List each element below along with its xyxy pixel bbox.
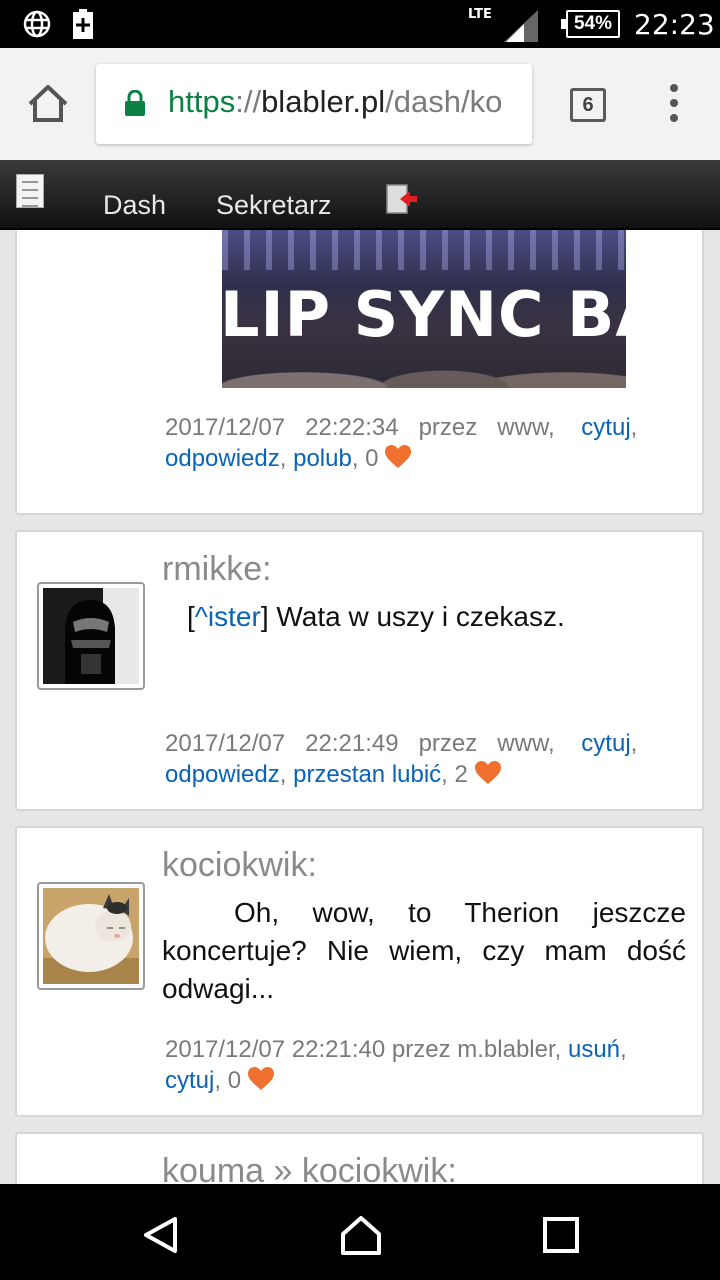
- signal-icon: [504, 10, 538, 42]
- like-count: 0: [365, 445, 379, 472]
- address-bar[interactable]: https://blabler.pl/dash/ko: [96, 64, 532, 144]
- post-by: przez: [418, 414, 478, 441]
- home-icon[interactable]: [26, 82, 70, 126]
- heart-icon: [474, 761, 501, 784]
- post-date: 2017/12/07: [165, 730, 286, 757]
- nav-sekretarz[interactable]: Sekretarz: [216, 190, 332, 221]
- reply-link[interactable]: odpowiedz: [165, 761, 280, 788]
- post-card: kouma » kociokwik:: [15, 1132, 704, 1184]
- url-fade: [502, 64, 532, 144]
- quote-link[interactable]: cytuj: [581, 414, 630, 441]
- url-path: /dash/ko: [385, 84, 503, 119]
- post-card: rmikke: [^ister] Wata w uszy i czekasz. …: [15, 530, 704, 811]
- post-by: przez: [418, 730, 478, 757]
- status-bar: LTE 54% 22:23: [0, 0, 720, 48]
- avatar[interactable]: [37, 882, 145, 990]
- post-meta: 2017/12/07 22:22:34 przez www, cytuj, od…: [165, 414, 638, 472]
- url-text: https://blabler.pl/dash/ko: [168, 84, 502, 120]
- document-icon[interactable]: [16, 174, 44, 208]
- like-link[interactable]: polub: [293, 445, 352, 472]
- post-body: Wata w uszy i czekasz.: [268, 601, 565, 632]
- avatar-image: [43, 888, 139, 984]
- home-circle-icon[interactable]: [340, 1214, 382, 1256]
- logout-icon[interactable]: [386, 184, 418, 214]
- post-time: 22:21:40: [291, 1036, 386, 1063]
- post-date: 2017/12/07: [165, 1036, 286, 1063]
- reply-link[interactable]: odpowiedz: [165, 445, 280, 472]
- like-count: 0: [227, 1067, 242, 1094]
- lock-icon: [125, 90, 145, 116]
- post-author[interactable]: rmikke:: [162, 550, 272, 589]
- post-card: LIP SYNC BAT 2017/12/07 22:22:34 przez w…: [15, 230, 704, 515]
- recents-icon[interactable]: [543, 1217, 579, 1253]
- site-navbar: Dash Sekretarz: [0, 160, 720, 230]
- battery-icon: 54%: [561, 10, 620, 38]
- delete-link[interactable]: usuń: [568, 1036, 620, 1063]
- post-source: www,: [497, 730, 555, 757]
- nav-dash[interactable]: Dash: [103, 190, 166, 221]
- system-nav-bar: [0, 1184, 720, 1280]
- post-source: m.blabler,: [457, 1036, 562, 1063]
- post-author[interactable]: kouma » kociokwik:: [162, 1152, 457, 1184]
- mention-link[interactable]: ^ister: [195, 601, 261, 632]
- post-time: 22:21:49: [305, 730, 399, 757]
- avatar-image: [43, 588, 139, 684]
- post-source: www,: [497, 414, 555, 441]
- clock: 22:23: [634, 8, 715, 41]
- post-meta: 2017/12/07 22:21:40 przez m.blabler, usu…: [165, 1036, 627, 1094]
- network-type: LTE: [468, 7, 492, 22]
- post-image[interactable]: LIP SYNC BAT: [222, 230, 626, 388]
- post-text: [^ister] Wata w uszy i czekasz.: [187, 601, 565, 632]
- post-author[interactable]: kociokwik:: [162, 846, 317, 885]
- post-time: 22:22:34: [305, 414, 399, 441]
- unlike-link[interactable]: przestan lubić: [293, 761, 441, 788]
- avatar[interactable]: [37, 582, 145, 690]
- overflow-menu-icon[interactable]: [664, 84, 684, 128]
- quote-link[interactable]: cytuj: [581, 730, 630, 757]
- battery-saver-plus-icon: [73, 9, 93, 39]
- feed: LIP SYNC BAT 2017/12/07 22:22:34 przez w…: [0, 230, 720, 1184]
- post-image-text: LIP SYNC BAT: [222, 278, 626, 351]
- quote-link[interactable]: cytuj: [165, 1067, 214, 1094]
- url-scheme: https: [168, 84, 236, 119]
- heart-icon: [247, 1067, 274, 1090]
- post-meta: 2017/12/07 22:21:49 przez www, cytuj, od…: [165, 730, 638, 788]
- post-date: 2017/12/07: [165, 414, 286, 441]
- url-separator: ://: [235, 84, 262, 119]
- post-by: przez: [391, 1036, 451, 1063]
- tabs-button[interactable]: 6: [570, 88, 606, 122]
- like-count: 2: [454, 761, 468, 788]
- back-icon[interactable]: [142, 1216, 178, 1254]
- heart-icon: [385, 445, 412, 468]
- post-body: Oh, wow, to Therion jeszcze koncertuje? …: [162, 897, 686, 1004]
- browser-toolbar: https://blabler.pl/dash/ko 6: [0, 48, 720, 160]
- globe-icon: [23, 10, 51, 38]
- post-card: kociokwik: Oh, wow, to Therion jeszcze k…: [15, 826, 704, 1117]
- url-host: blabler.pl: [261, 84, 386, 119]
